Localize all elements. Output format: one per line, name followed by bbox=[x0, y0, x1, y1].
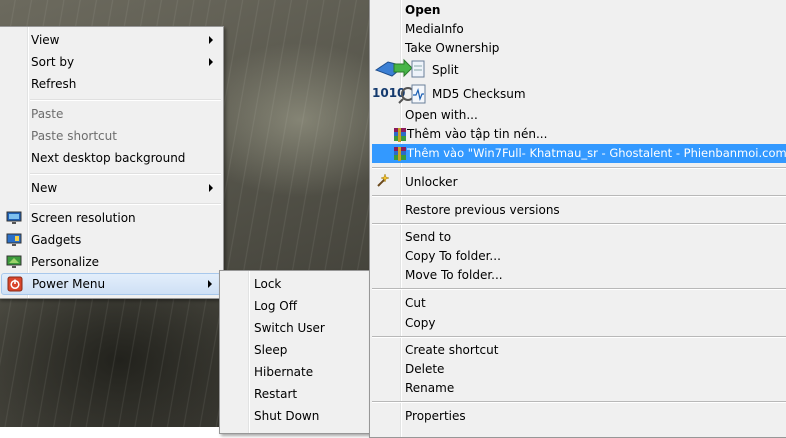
menu-item-label: Properties bbox=[405, 409, 466, 423]
menu-separator bbox=[30, 173, 221, 175]
desktop-context-menu: View Sort by Refresh Paste Paste shortcu… bbox=[0, 26, 224, 299]
menu-item-cut[interactable]: Cut bbox=[372, 293, 786, 313]
menu-item-label: Personalize bbox=[31, 255, 100, 269]
menu-item-label: MD5 Checksum bbox=[432, 87, 526, 101]
menu-item-delete[interactable]: Delete bbox=[372, 360, 786, 379]
gadgets-icon bbox=[6, 232, 22, 248]
power-item-restart[interactable]: Restart bbox=[222, 383, 370, 405]
menu-item-label: Restore previous versions bbox=[405, 203, 560, 217]
submenu-arrow-icon bbox=[209, 184, 213, 192]
menu-item-gadgets[interactable]: Gadgets bbox=[1, 229, 221, 251]
power-item-hibernate[interactable]: Hibernate bbox=[222, 361, 370, 383]
menu-item-label: Sort by bbox=[31, 55, 75, 69]
menu-item-refresh[interactable]: Refresh bbox=[1, 73, 221, 95]
menu-item-label: Copy bbox=[405, 316, 436, 330]
menu-item-new[interactable]: New bbox=[1, 177, 221, 199]
menu-separator bbox=[372, 167, 786, 169]
menu-item-unlocker[interactable]: Unlocker bbox=[372, 171, 786, 193]
menu-item-open-with[interactable]: Open with... bbox=[372, 106, 786, 125]
power-item-switch-user[interactable]: Switch User bbox=[222, 317, 370, 339]
monitor-icon bbox=[6, 210, 22, 226]
menu-item-label: Refresh bbox=[31, 77, 77, 91]
menu-item-add-to-archive[interactable]: Thêm vào tập tin nén... bbox=[372, 125, 786, 144]
menu-item-paste: Paste bbox=[1, 103, 221, 125]
menu-item-screen-resolution[interactable]: Screen resolution bbox=[1, 207, 221, 229]
menu-item-open[interactable]: Open bbox=[372, 1, 786, 20]
menu-item-label: Hibernate bbox=[254, 365, 314, 379]
menu-item-label: MediaInfo bbox=[405, 22, 464, 36]
menu-separator bbox=[372, 223, 786, 225]
winrar-icon bbox=[392, 146, 408, 162]
menu-item-label: Rename bbox=[405, 381, 455, 395]
menu-item-restore-previous-versions[interactable]: Restore previous versions bbox=[372, 199, 786, 221]
menu-item-next-desktop-background[interactable]: Next desktop background bbox=[1, 147, 221, 169]
menu-item-label: Take Ownership bbox=[405, 41, 500, 55]
split-icon bbox=[374, 58, 428, 82]
power-item-sleep[interactable]: Sleep bbox=[222, 339, 370, 361]
winrar-icon bbox=[392, 127, 408, 143]
power-item-shut-down[interactable]: Shut Down bbox=[222, 405, 370, 427]
menu-item-rename[interactable]: Rename bbox=[372, 379, 786, 398]
menu-item-move-to-folder[interactable]: Move To folder... bbox=[372, 266, 786, 285]
menu-item-label: Create shortcut bbox=[405, 343, 499, 357]
menu-item-label: Move To folder... bbox=[405, 268, 503, 282]
menu-separator bbox=[372, 195, 786, 197]
personalize-icon bbox=[6, 254, 22, 270]
unlocker-wand-icon bbox=[374, 173, 390, 189]
menu-item-label: Send to bbox=[405, 230, 452, 244]
menu-item-label: View bbox=[31, 33, 60, 47]
menu-item-add-to-named-rar[interactable]: Thêm vào "Win7Full- Khatmau_sr - Ghostal… bbox=[372, 144, 786, 163]
menu-item-take-ownership[interactable]: Take Ownership bbox=[372, 39, 786, 58]
menu-item-properties[interactable]: Properties bbox=[372, 406, 786, 426]
menu-item-label: Restart bbox=[254, 387, 298, 401]
menu-item-sort-by[interactable]: Sort by bbox=[1, 51, 221, 73]
menu-item-label: Open with... bbox=[405, 108, 478, 122]
menu-item-power-menu[interactable]: Power Menu bbox=[1, 273, 221, 295]
menu-item-create-shortcut[interactable]: Create shortcut bbox=[372, 341, 786, 360]
md5-checksum-icon: 1010 bbox=[372, 83, 428, 105]
menu-item-split[interactable]: Split bbox=[372, 58, 786, 82]
menu-item-label: Gadgets bbox=[31, 233, 82, 247]
file-context-menu: Open MediaInfo Take Ownership Split 1010… bbox=[369, 0, 786, 438]
menu-item-label: Delete bbox=[405, 362, 445, 376]
menu-separator bbox=[30, 203, 221, 205]
menu-item-label: Lock bbox=[254, 277, 282, 291]
submenu-arrow-icon bbox=[209, 58, 213, 66]
menu-item-label: Open bbox=[405, 3, 441, 17]
power-item-log-off[interactable]: Log Off bbox=[222, 295, 370, 317]
menu-item-paste-shortcut: Paste shortcut bbox=[1, 125, 221, 147]
power-icon bbox=[7, 276, 23, 292]
menu-item-label: Next desktop background bbox=[31, 151, 186, 165]
menu-separator bbox=[372, 401, 786, 403]
menu-item-view[interactable]: View bbox=[1, 29, 221, 51]
power-submenu: Lock Log Off Switch User Sleep Hibernate… bbox=[219, 270, 373, 434]
menu-item-label: Unlocker bbox=[405, 175, 458, 189]
menu-item-label: Copy To folder... bbox=[405, 249, 501, 263]
menu-item-copy-to-folder[interactable]: Copy To folder... bbox=[372, 247, 786, 266]
power-item-lock[interactable]: Lock bbox=[222, 273, 370, 295]
menu-item-label: Power Menu bbox=[32, 277, 106, 291]
menu-item-copy[interactable]: Copy bbox=[372, 313, 786, 333]
menu-item-label: Thêm vào "Win7Full- Khatmau_sr - Ghostal… bbox=[407, 146, 786, 160]
menu-item-mediainfo[interactable]: MediaInfo bbox=[372, 20, 786, 39]
menu-item-personalize[interactable]: Personalize bbox=[1, 251, 221, 273]
menu-item-send-to[interactable]: Send to bbox=[372, 228, 786, 247]
menu-item-label: Cut bbox=[405, 296, 426, 310]
menu-item-label: Screen resolution bbox=[31, 211, 136, 225]
menu-item-label: Shut Down bbox=[254, 409, 320, 423]
menu-item-label: Thêm vào tập tin nén... bbox=[407, 127, 548, 141]
menu-separator bbox=[372, 288, 786, 290]
menu-item-label: Switch User bbox=[254, 321, 325, 335]
menu-item-label: New bbox=[31, 181, 58, 195]
submenu-arrow-icon bbox=[208, 280, 212, 288]
menu-item-md5-checksum[interactable]: 1010 MD5 Checksum bbox=[372, 82, 786, 106]
menu-item-label: Log Off bbox=[254, 299, 297, 313]
submenu-arrow-icon bbox=[209, 36, 213, 44]
menu-item-label: Split bbox=[432, 63, 459, 77]
menu-item-label: Paste shortcut bbox=[31, 129, 117, 143]
menu-item-label: Sleep bbox=[254, 343, 288, 357]
menu-item-label: Paste bbox=[31, 107, 64, 121]
menu-separator bbox=[30, 99, 221, 101]
menu-separator bbox=[372, 336, 786, 338]
